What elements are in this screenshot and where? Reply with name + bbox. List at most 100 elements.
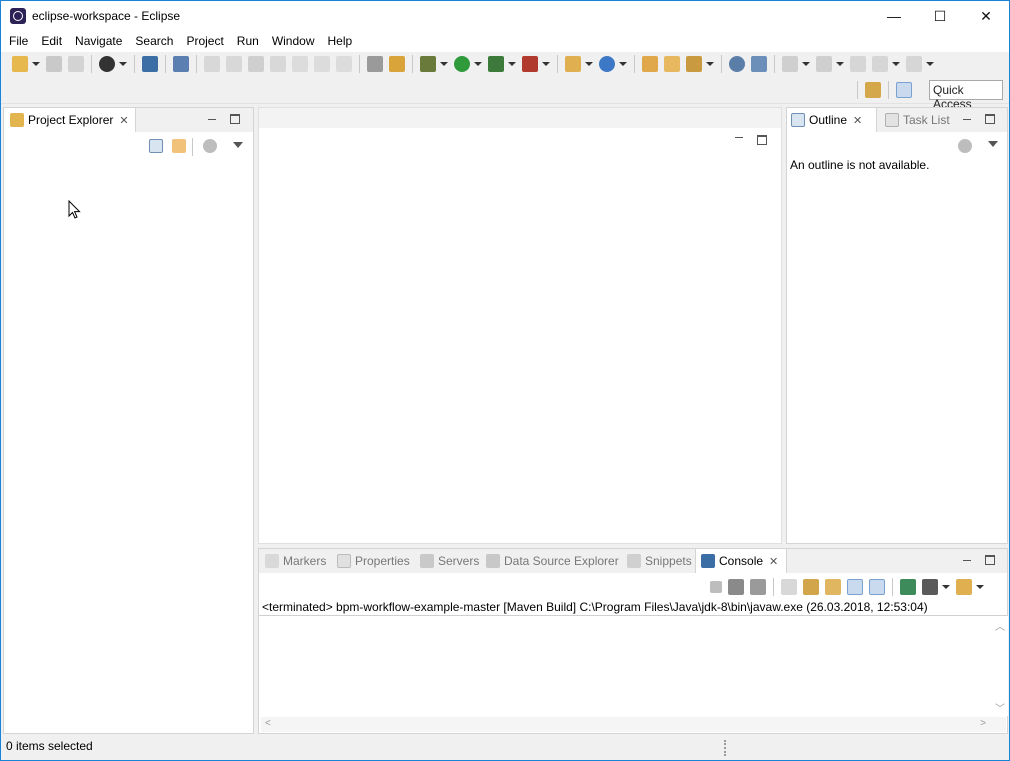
show-on-stderr-icon[interactable] — [869, 579, 885, 595]
pin-console-icon[interactable] — [900, 579, 916, 595]
step-over-icon[interactable] — [314, 56, 330, 72]
status-bar-grip[interactable] — [724, 740, 726, 756]
toggle-mark-icon[interactable] — [367, 56, 383, 72]
open-type-icon[interactable] — [642, 56, 658, 72]
resume-icon[interactable] — [204, 56, 220, 72]
open-console-icon[interactable] — [956, 579, 972, 595]
menu-run[interactable]: Run — [237, 31, 259, 52]
chevron-down-icon[interactable] — [474, 62, 482, 66]
chevron-down-icon[interactable] — [542, 62, 550, 66]
tab-snippets[interactable]: Snippets — [623, 549, 696, 573]
maximize-view-icon[interactable] — [985, 555, 995, 565]
minimize-view-icon[interactable] — [961, 555, 973, 565]
terminate-icon[interactable] — [248, 56, 264, 72]
chevron-down-icon[interactable] — [976, 585, 984, 589]
menu-search[interactable]: Search — [135, 31, 173, 52]
console-output-area[interactable] — [259, 616, 1007, 733]
editor-area[interactable] — [258, 107, 782, 544]
step-into-icon[interactable] — [292, 56, 308, 72]
chevron-down-icon[interactable] — [32, 62, 40, 66]
scroll-up-icon[interactable]: ︿ — [995, 618, 1005, 633]
menu-file[interactable]: File — [9, 31, 28, 52]
collapse-all-icon[interactable] — [149, 139, 163, 153]
console-horizontal-scrollbar[interactable]: < > — [261, 717, 1006, 732]
previous-annotation-icon[interactable] — [816, 56, 832, 72]
chevron-down-icon[interactable] — [508, 62, 516, 66]
title-bar[interactable]: eclipse-workspace - Eclipse — ☐ ✕ — [1, 1, 1009, 31]
minimize-view-icon[interactable] — [733, 132, 745, 142]
remove-all-terminated-icon[interactable] — [750, 579, 766, 595]
chevron-down-icon[interactable] — [836, 62, 844, 66]
tab-markers[interactable]: Markers — [261, 549, 330, 573]
save-all-icon[interactable] — [68, 56, 84, 72]
disconnect-icon[interactable] — [270, 56, 286, 72]
chevron-down-icon[interactable] — [440, 62, 448, 66]
menu-navigate[interactable]: Navigate — [75, 31, 122, 52]
chevron-down-icon[interactable] — [119, 62, 127, 66]
open-task-icon[interactable] — [664, 56, 680, 72]
scroll-down-icon[interactable]: ﹀ — [995, 700, 1005, 715]
maximize-button[interactable]: ☐ — [917, 1, 963, 31]
globe-icon[interactable] — [729, 56, 745, 72]
tab-data-source-explorer[interactable]: Data Source Explorer — [482, 549, 623, 573]
next-annotation-icon[interactable] — [782, 56, 798, 72]
menu-window[interactable]: Window — [272, 31, 315, 52]
step-return-icon[interactable] — [336, 56, 352, 72]
back-arrow-icon[interactable] — [872, 56, 888, 72]
chevron-down-icon[interactable] — [619, 62, 627, 66]
minimize-button[interactable]: — — [871, 1, 917, 31]
view-menu-icon[interactable] — [233, 142, 243, 148]
word-wrap-icon[interactable] — [825, 579, 841, 595]
clear-console-icon[interactable] — [781, 579, 797, 595]
save-icon[interactable] — [46, 56, 62, 72]
debug-icon[interactable] — [420, 56, 436, 72]
scroll-lock-icon[interactable] — [803, 579, 819, 595]
maximize-view-icon[interactable] — [230, 114, 240, 124]
tab-properties[interactable]: Properties — [333, 549, 414, 573]
close-button[interactable]: ✕ — [963, 1, 1009, 31]
chevron-down-icon[interactable] — [706, 62, 714, 66]
build-icon[interactable] — [389, 56, 405, 72]
close-icon[interactable]: ✕ — [769, 555, 778, 568]
close-icon[interactable]: ✕ — [853, 114, 862, 127]
tab-task-list[interactable]: Task List — [881, 108, 954, 132]
tab-project-explorer[interactable]: Project Explorer ✕ — [4, 108, 136, 132]
search-icon[interactable] — [686, 56, 702, 72]
scroll-left-icon[interactable]: < — [265, 718, 271, 729]
tab-outline[interactable]: Outline ✕ — [787, 108, 877, 132]
chevron-down-icon[interactable] — [942, 585, 950, 589]
remove-launch-icon[interactable] — [728, 579, 744, 595]
forward-arrow-icon[interactable] — [906, 56, 922, 72]
close-icon[interactable]: ✕ — [119, 114, 128, 127]
tab-console[interactable]: Console ✕ — [695, 549, 787, 573]
menu-edit[interactable]: Edit — [41, 31, 62, 52]
new-icon[interactable] — [12, 56, 28, 72]
user-icon[interactable] — [99, 56, 115, 72]
minimize-view-icon[interactable] — [961, 114, 973, 124]
scroll-right-icon[interactable]: > — [980, 718, 986, 729]
java-ee-perspective-icon[interactable] — [896, 82, 912, 98]
console-vertical-scrollbar[interactable]: ︿ ﹀ — [991, 616, 1008, 716]
filters-icon[interactable] — [203, 139, 217, 153]
new-class-icon[interactable] — [599, 56, 615, 72]
link-with-editor-icon[interactable] — [172, 139, 186, 153]
chevron-down-icon[interactable] — [926, 62, 934, 66]
coverage-icon[interactable] — [488, 56, 504, 72]
quick-access-input[interactable]: Quick Access — [929, 80, 1003, 111]
open-perspective-icon[interactable] — [865, 82, 881, 98]
chevron-down-icon[interactable] — [802, 62, 810, 66]
maximize-view-icon[interactable] — [985, 114, 995, 124]
maximize-view-icon[interactable] — [757, 135, 767, 145]
minimize-view-icon[interactable] — [206, 114, 218, 124]
display-selected-console-icon[interactable] — [922, 579, 938, 595]
pin-editor-icon[interactable] — [751, 56, 767, 72]
menu-help[interactable]: Help — [328, 31, 353, 52]
chevron-down-icon[interactable] — [585, 62, 593, 66]
external-tools-icon[interactable] — [522, 56, 538, 72]
tab-servers[interactable]: Servers — [416, 549, 483, 573]
menu-project[interactable]: Project — [186, 31, 223, 52]
terminate-icon[interactable] — [710, 581, 722, 593]
chevron-down-icon[interactable] — [892, 62, 900, 66]
skip-breakpoints-icon[interactable] — [173, 56, 189, 72]
view-menu-icon[interactable] — [988, 141, 998, 147]
